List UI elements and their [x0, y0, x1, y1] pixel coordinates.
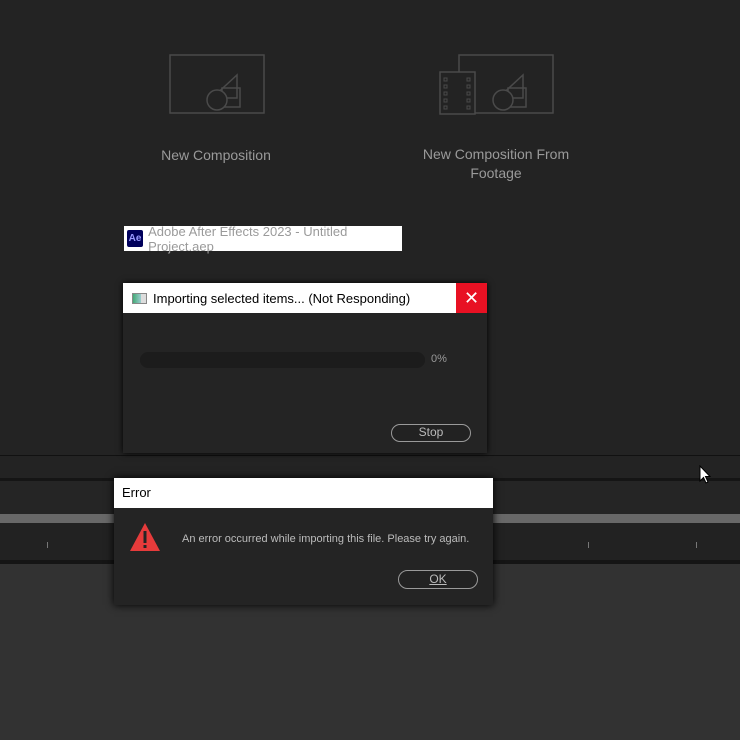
new-composition-from-footage-label[interactable]: New Composition From Footage: [420, 145, 572, 183]
ok-button[interactable]: OK: [398, 570, 478, 589]
after-effects-logo-icon: Ae: [127, 230, 144, 247]
new-composition-label[interactable]: New Composition: [130, 146, 302, 165]
new-composition-icon[interactable]: [165, 50, 270, 120]
stop-button[interactable]: Stop: [391, 424, 471, 442]
window-icon: [132, 292, 147, 304]
close-button[interactable]: ✕: [456, 283, 487, 313]
error-dialog: Error An error occurred while importing …: [114, 478, 493, 605]
progress-percent: 0%: [431, 353, 447, 365]
error-message: An error occurred while importing this f…: [182, 533, 470, 545]
warning-icon: [130, 523, 160, 551]
app-title-bar[interactable]: Ae Adobe After Effects 2023 - Untitled P…: [124, 223, 402, 254]
error-dialog-title: Error: [114, 478, 493, 508]
mouse-cursor-icon: [699, 465, 711, 484]
app-title-text: Adobe After Effects 2023 - Untitled Proj…: [148, 223, 348, 254]
import-progress-bar: [140, 352, 425, 368]
new-composition-from-footage-icon[interactable]: [436, 50, 558, 120]
import-progress-dialog: Importing selected items... (Not Respond…: [123, 283, 487, 453]
import-dialog-title: Importing selected items... (Not Respond…: [153, 290, 411, 306]
